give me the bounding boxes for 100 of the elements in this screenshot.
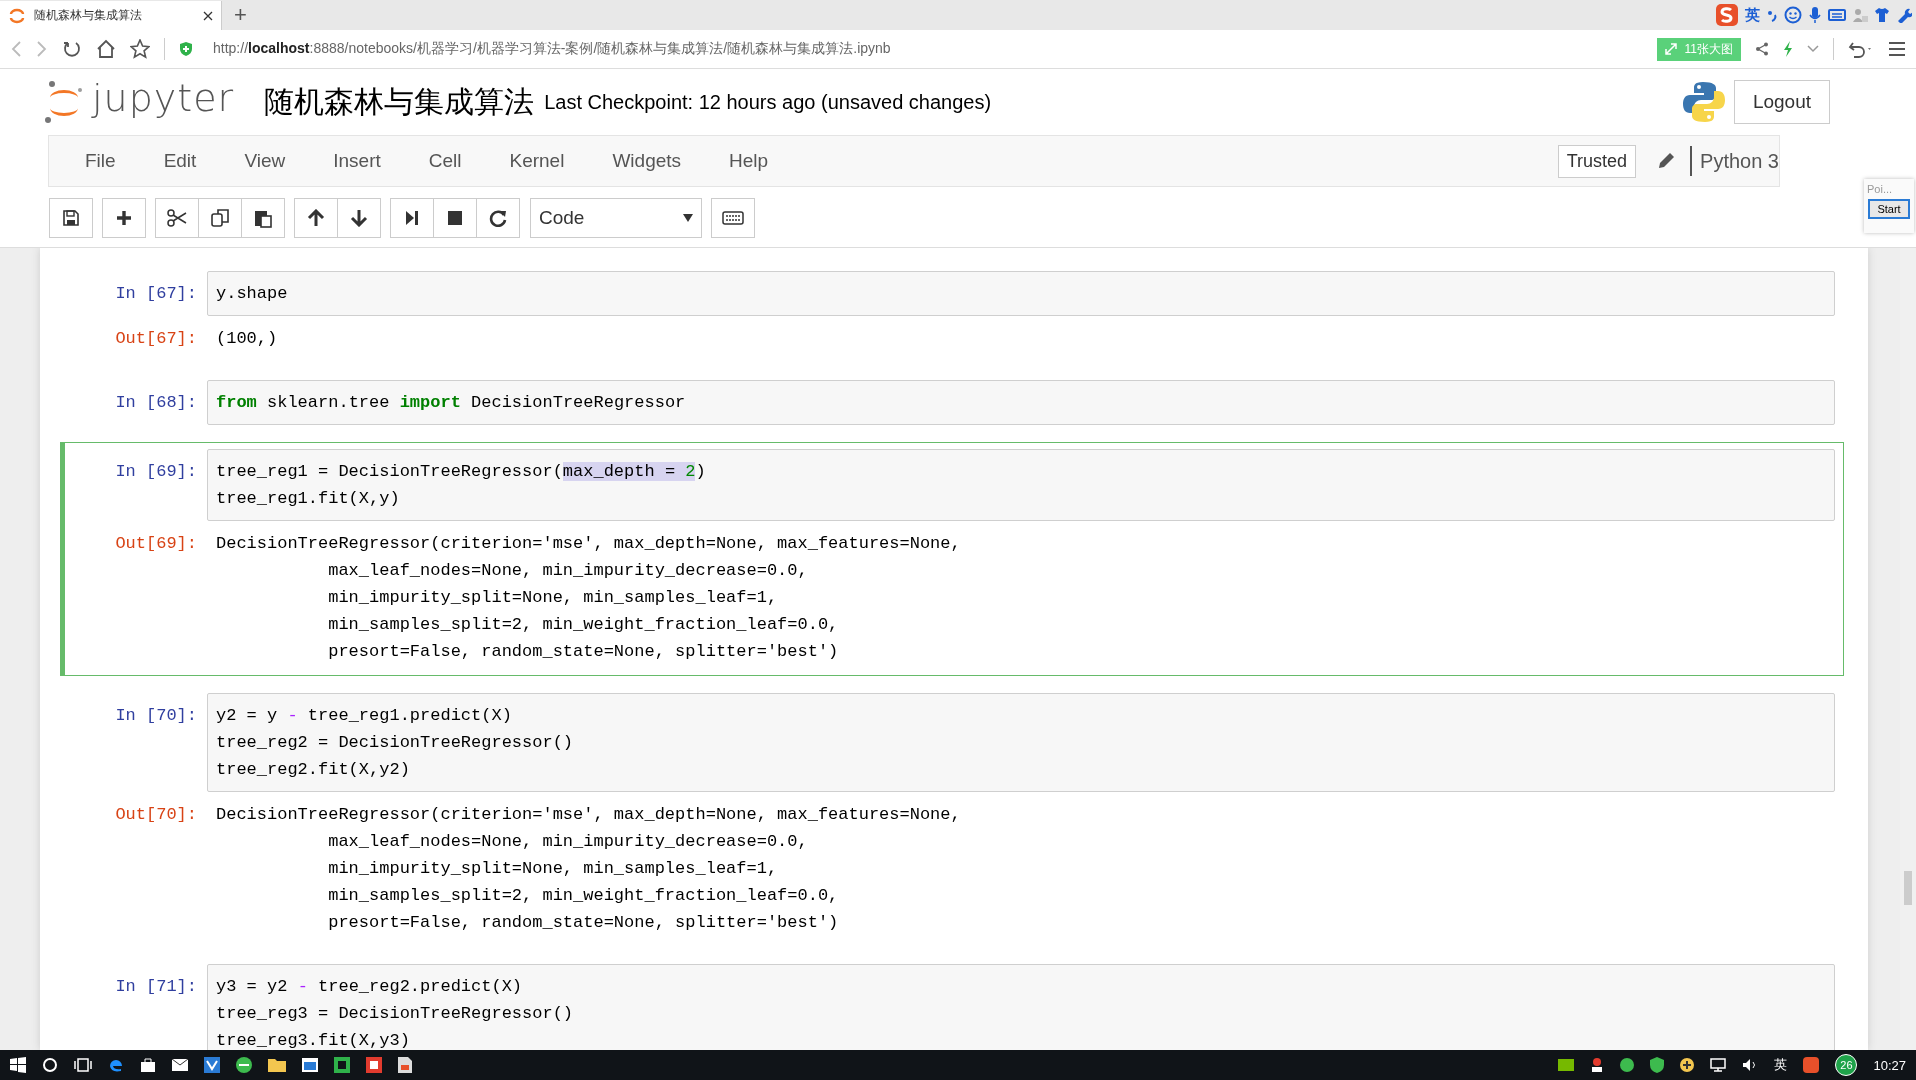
smiley-icon[interactable] [1784, 6, 1802, 24]
plus-icon [116, 210, 132, 226]
output-line: min_impurity_split=None, min_samples_leaf=1, [327, 587, 779, 609]
trusted-indicator[interactable]: Trusted [1557, 144, 1637, 178]
edge-browser-icon[interactable] [108, 1057, 124, 1073]
ime-language-indicator[interactable]: 英 [1745, 5, 1760, 25]
wrench-icon[interactable] [1896, 7, 1912, 23]
output-line: presort=False, random_state=None, splitter='best') [327, 641, 840, 663]
menu-item[interactable]: Help [705, 150, 793, 172]
cell-type-dropdown[interactable]: Code [530, 198, 702, 238]
code-editor[interactable]: from sklearn.tree import DecisionTreeRegressor [207, 380, 1835, 425]
notebook-title[interactable]: 随机森林与集成算法 [264, 81, 535, 123]
checkpoint-status: Last Checkpoint: 12 hours ago (unsaved changes) [544, 90, 992, 114]
insert-cell-button[interactable] [102, 198, 146, 238]
microphone-icon[interactable] [1808, 6, 1822, 24]
share-icon[interactable] [1755, 42, 1769, 56]
arrow-up-icon [307, 209, 325, 227]
nvidia-icon[interactable] [1558, 1059, 1575, 1071]
keyboard-icon[interactable] [1828, 8, 1846, 22]
code-cell[interactable]: In [67]: y.shape Out[67]: (100,) [60, 264, 1844, 363]
output-line: max_leaf_nodes=None, min_impurity_decrease=0.0, [327, 831, 809, 853]
network-icon[interactable] [1710, 1058, 1727, 1072]
input-language-indicator[interactable]: 英 [1774, 1056, 1788, 1074]
move-down-button[interactable] [337, 198, 381, 238]
expand-icon [1664, 43, 1677, 55]
shield-icon [179, 41, 193, 57]
pencil-icon[interactable] [1656, 151, 1677, 171]
output-line: max_leaf_nodes=None, min_impurity_decrease=0.0, [327, 560, 809, 582]
code-cell[interactable]: In [71]: y3 = y2 - tree_reg2.predict(X) tree_reg3 = DecisionTreeRegressor() tree_reg3.fit(X,y3) [60, 957, 1844, 1050]
framed-app-icon[interactable] [366, 1057, 382, 1073]
plus-circle-icon[interactable] [1680, 1058, 1695, 1072]
stop-button[interactable] [433, 198, 477, 238]
step-forward-icon [404, 210, 420, 226]
sogou-tray-icon[interactable] [1803, 1057, 1820, 1073]
arrow-down-icon [350, 209, 368, 227]
save-button[interactable] [49, 198, 93, 238]
input-prompt: In [68]: [114, 392, 198, 414]
cut-button[interactable] [155, 198, 199, 238]
mail-icon[interactable] [172, 1059, 188, 1071]
menu-icon[interactable] [1888, 41, 1906, 57]
jupyter-logo-icon[interactable] [44, 80, 84, 124]
undo-icon[interactable] [1848, 40, 1874, 58]
code-editor[interactable]: tree_reg1 = DecisionTreeRegressor(max_depth = 2) tree_reg1.fit(X,y) [207, 449, 1835, 521]
lightning-icon[interactable] [1783, 41, 1793, 57]
search-icon[interactable] [42, 1057, 58, 1073]
keyboard-icon [722, 211, 744, 225]
move-up-button[interactable] [294, 198, 338, 238]
logo-text[interactable]: jupyter [92, 76, 235, 120]
code-editor[interactable]: y.shape [207, 271, 1835, 316]
menu-item[interactable]: File [61, 150, 140, 172]
start-button[interactable]: Start [1868, 199, 1910, 219]
tray-app-icon[interactable] [1590, 1057, 1605, 1073]
input-prompt: In [69]: [114, 461, 198, 483]
square-app-icon[interactable] [334, 1057, 350, 1073]
code-editor[interactable]: y3 = y2 - tree_reg2.predict(X) tree_reg3 = DecisionTreeRegressor() tree_reg3.fit(X,y3) [207, 964, 1835, 1050]
browser-tab[interactable]: 随机森林与集成算法 [0, 1, 222, 30]
output-line: DecisionTreeRegressor(criterion='mse', max_depth=None, max_features=None, [216, 533, 962, 555]
copy-button[interactable] [198, 198, 242, 238]
shield-icon[interactable] [1650, 1057, 1665, 1073]
sogou-logo-icon[interactable] [1715, 3, 1739, 27]
kernel-name[interactable]: Python 3 [1700, 149, 1779, 173]
menu-item[interactable]: View [220, 150, 310, 172]
paste-button[interactable] [241, 198, 285, 238]
output-line: min_samples_split=2, min_weight_fraction_leaf=0.0, [327, 885, 840, 907]
home-icon[interactable] [96, 39, 116, 59]
menu-item[interactable]: Edit [139, 150, 221, 172]
store-icon[interactable] [140, 1057, 156, 1073]
close-icon[interactable] [203, 10, 213, 21]
new-tab-button[interactable]: + [234, 2, 247, 28]
address-field[interactable]: http://localhost:8888/notebooks/机器学习/机器学习算法-案例/随机森林与集成算法/随机森林与集成算法.ipynb [213, 40, 891, 58]
windows-start-icon[interactable] [10, 1057, 26, 1073]
run-button[interactable] [390, 198, 434, 238]
keyboard-shortcuts-button[interactable] [711, 198, 755, 238]
output-line: min_impurity_split=None, min_samples_leaf=1, [327, 858, 779, 880]
browser-app-icon[interactable] [236, 1057, 252, 1073]
code-cell[interactable]: In [68]: from sklearn.tree import DecisionTreeRegressor [60, 373, 1844, 432]
menu-item[interactable]: Kernel [485, 150, 589, 172]
output-prompt: Out[69]: [114, 533, 198, 555]
app-icon[interactable] [204, 1057, 220, 1073]
folder-icon[interactable] [268, 1058, 286, 1072]
output-prompt: Out[70]: [114, 804, 198, 826]
logout-button[interactable]: Logout [1733, 80, 1830, 124]
menu-item[interactable]: Cell [404, 150, 486, 172]
menu-item[interactable]: Insert [309, 150, 405, 172]
window-app-icon[interactable] [302, 1058, 318, 1072]
clock[interactable]: 10:27 [1873, 1057, 1906, 1073]
output-line: min_samples_split=2, min_weight_fraction_leaf=0.0, [327, 614, 840, 636]
code-cell[interactable] [60, 442, 1844, 676]
star-icon[interactable] [130, 39, 150, 59]
document-app-icon[interactable] [398, 1057, 412, 1073]
reload-icon[interactable] [62, 39, 82, 59]
input-prompt: In [67]: [114, 283, 198, 305]
code-editor[interactable]: y2 = y - tree_reg1.predict(X) tree_reg2 = DecisionTreeRegressor() tree_reg2.fit(X,y2) [207, 693, 1835, 792]
shirt-icon[interactable] [1874, 7, 1890, 23]
task-view-icon[interactable] [74, 1058, 92, 1072]
menu-item[interactable]: Widgets [588, 150, 706, 172]
scrollbar-thumb[interactable] [1904, 871, 1912, 905]
chevron-down-icon[interactable] [1807, 45, 1819, 53]
circle-app-icon[interactable] [1620, 1058, 1635, 1072]
restart-button[interactable] [476, 198, 520, 238]
